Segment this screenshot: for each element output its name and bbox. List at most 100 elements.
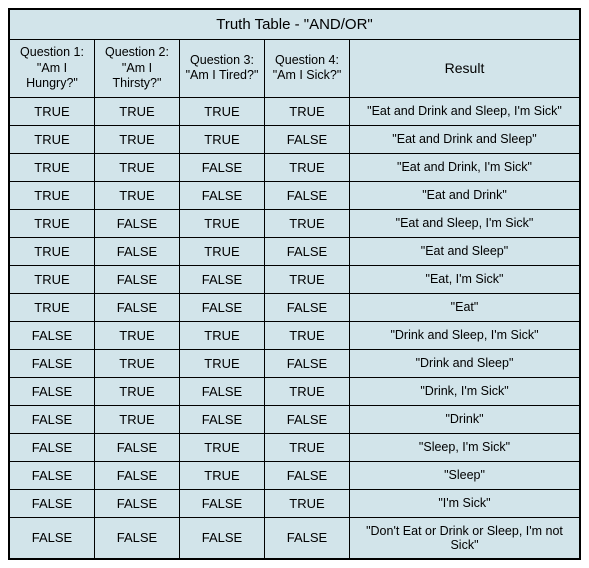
cell-q1: TRUE <box>10 210 95 237</box>
cell-q3: TRUE <box>180 434 265 461</box>
table-title: Truth Table - "AND/OR" <box>10 10 579 40</box>
cell-result: "Eat and Drink, I'm Sick" <box>350 154 579 181</box>
cell-result: "Eat" <box>350 294 579 321</box>
cell-q3: FALSE <box>180 154 265 181</box>
cell-q3: FALSE <box>180 266 265 293</box>
cell-q3: FALSE <box>180 518 265 558</box>
header-q1: Question 1:"Am I Hungry?" <box>10 40 95 97</box>
cell-q3: TRUE <box>180 350 265 377</box>
table-header-row: Question 1:"Am I Hungry?" Question 2:"Am… <box>10 40 579 98</box>
table-row: TRUEFALSEFALSETRUE"Eat, I'm Sick" <box>10 266 579 294</box>
table-row: FALSEFALSETRUETRUE"Sleep, I'm Sick" <box>10 434 579 462</box>
cell-q3: TRUE <box>180 210 265 237</box>
cell-q1: FALSE <box>10 322 95 349</box>
cell-result: "Eat and Sleep" <box>350 238 579 265</box>
cell-q2: TRUE <box>95 378 180 405</box>
cell-result: "Sleep, I'm Sick" <box>350 434 579 461</box>
cell-q3: TRUE <box>180 238 265 265</box>
cell-q2: FALSE <box>95 434 180 461</box>
header-q3: Question 3:"Am I Tired?" <box>180 40 265 97</box>
table-row: FALSEFALSEFALSEFALSE"Don't Eat or Drink … <box>10 518 579 558</box>
cell-q4: TRUE <box>265 490 350 517</box>
cell-q3: FALSE <box>180 490 265 517</box>
cell-result: "Drink and Sleep, I'm Sick" <box>350 322 579 349</box>
cell-q1: TRUE <box>10 154 95 181</box>
table-row: TRUETRUETRUEFALSE"Eat and Drink and Slee… <box>10 126 579 154</box>
cell-q4: FALSE <box>265 518 350 558</box>
cell-q2: TRUE <box>95 98 180 125</box>
cell-q2: FALSE <box>95 210 180 237</box>
table-row: FALSEFALSEFALSETRUE"I'm Sick" <box>10 490 579 518</box>
cell-q2: FALSE <box>95 238 180 265</box>
cell-result: "Don't Eat or Drink or Sleep, I'm not Si… <box>350 518 579 558</box>
table-body: TRUETRUETRUETRUE"Eat and Drink and Sleep… <box>10 98 579 558</box>
table-row: FALSETRUEFALSETRUE"Drink, I'm Sick" <box>10 378 579 406</box>
cell-q3: TRUE <box>180 322 265 349</box>
cell-q2: TRUE <box>95 406 180 433</box>
cell-q4: FALSE <box>265 182 350 209</box>
table-row: TRUEFALSEFALSEFALSE"Eat" <box>10 294 579 322</box>
cell-q1: FALSE <box>10 378 95 405</box>
cell-result: "Drink" <box>350 406 579 433</box>
cell-q4: FALSE <box>265 350 350 377</box>
cell-q3: TRUE <box>180 98 265 125</box>
table-row: FALSETRUETRUEFALSE"Drink and Sleep" <box>10 350 579 378</box>
cell-q3: FALSE <box>180 378 265 405</box>
table-row: TRUEFALSETRUEFALSE"Eat and Sleep" <box>10 238 579 266</box>
cell-q2: TRUE <box>95 126 180 153</box>
cell-q4: TRUE <box>265 322 350 349</box>
cell-q1: TRUE <box>10 294 95 321</box>
table-row: TRUETRUEFALSETRUE"Eat and Drink, I'm Sic… <box>10 154 579 182</box>
cell-q1: FALSE <box>10 490 95 517</box>
table-row: FALSEFALSETRUEFALSE"Sleep" <box>10 462 579 490</box>
table-row: FALSETRUETRUETRUE"Drink and Sleep, I'm S… <box>10 322 579 350</box>
table-row: TRUETRUEFALSEFALSE"Eat and Drink" <box>10 182 579 210</box>
cell-result: "I'm Sick" <box>350 490 579 517</box>
cell-q3: FALSE <box>180 294 265 321</box>
cell-q1: TRUE <box>10 266 95 293</box>
cell-q1: FALSE <box>10 434 95 461</box>
cell-q2: FALSE <box>95 490 180 517</box>
cell-result: "Sleep" <box>350 462 579 489</box>
cell-q2: FALSE <box>95 266 180 293</box>
cell-q4: FALSE <box>265 462 350 489</box>
header-q2: Question 2:"Am I Thirsty?" <box>95 40 180 97</box>
cell-q4: TRUE <box>265 378 350 405</box>
cell-q4: FALSE <box>265 406 350 433</box>
cell-result: "Eat and Sleep, I'm Sick" <box>350 210 579 237</box>
table-row: FALSETRUEFALSEFALSE"Drink" <box>10 406 579 434</box>
table-row: TRUEFALSETRUETRUE"Eat and Sleep, I'm Sic… <box>10 210 579 238</box>
cell-q4: FALSE <box>265 294 350 321</box>
cell-result: "Eat, I'm Sick" <box>350 266 579 293</box>
cell-result: "Drink and Sleep" <box>350 350 579 377</box>
cell-q1: FALSE <box>10 406 95 433</box>
cell-result: "Eat and Drink and Sleep" <box>350 126 579 153</box>
cell-q1: FALSE <box>10 518 95 558</box>
cell-q1: TRUE <box>10 98 95 125</box>
cell-q1: TRUE <box>10 126 95 153</box>
cell-q2: TRUE <box>95 350 180 377</box>
cell-result: "Drink, I'm Sick" <box>350 378 579 405</box>
cell-result: "Eat and Drink and Sleep, I'm Sick" <box>350 98 579 125</box>
cell-q2: FALSE <box>95 518 180 558</box>
cell-q3: TRUE <box>180 126 265 153</box>
cell-q4: FALSE <box>265 238 350 265</box>
cell-q1: TRUE <box>10 182 95 209</box>
truth-table: Truth Table - "AND/OR" Question 1:"Am I … <box>8 8 581 560</box>
cell-q4: TRUE <box>265 154 350 181</box>
header-q4: Question 4:"Am I Sick?" <box>265 40 350 97</box>
cell-q3: TRUE <box>180 462 265 489</box>
cell-q1: FALSE <box>10 462 95 489</box>
cell-q4: FALSE <box>265 126 350 153</box>
cell-q2: FALSE <box>95 294 180 321</box>
header-result: Result <box>350 40 579 97</box>
cell-q4: TRUE <box>265 210 350 237</box>
cell-q2: TRUE <box>95 182 180 209</box>
cell-q2: FALSE <box>95 462 180 489</box>
cell-q1: FALSE <box>10 350 95 377</box>
cell-q3: FALSE <box>180 182 265 209</box>
cell-q1: TRUE <box>10 238 95 265</box>
cell-q3: FALSE <box>180 406 265 433</box>
cell-q2: TRUE <box>95 322 180 349</box>
cell-q2: TRUE <box>95 154 180 181</box>
